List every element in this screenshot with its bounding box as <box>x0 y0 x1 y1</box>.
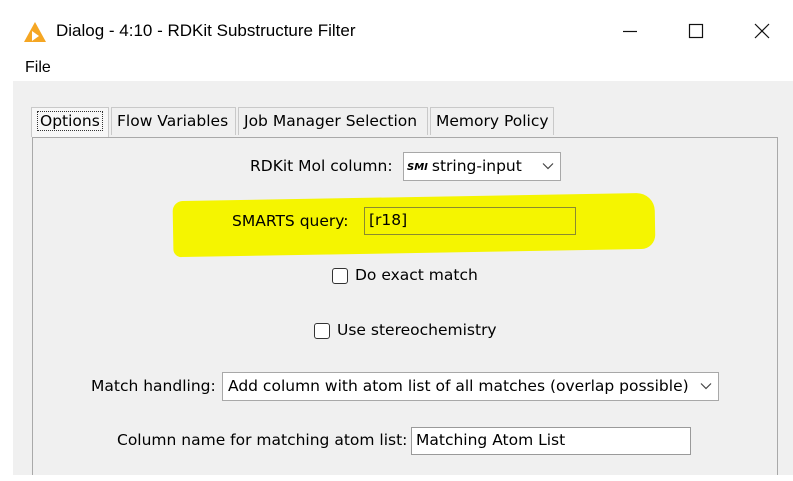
tab-label: Flow Variables <box>117 112 229 130</box>
tab-job-manager-selection[interactable]: Job Manager Selection <box>238 107 428 135</box>
atom-list-column-label: Column name for matching atom list: <box>117 431 408 449</box>
tab-flow-variables[interactable]: Flow Variables <box>111 107 236 135</box>
match-handling-select[interactable]: Add column with atom list of all matches… <box>222 372 719 401</box>
smi-type-icon: SMI <box>407 162 428 173</box>
tab-label: Memory Policy <box>436 112 549 130</box>
menu-bar: File <box>13 53 793 81</box>
title-bar[interactable]: Dialog - 4:10 - RDKit Substructure Filte… <box>13 10 793 53</box>
smarts-query-input[interactable]: [r18] <box>364 207 576 235</box>
knime-triangle-icon <box>24 22 46 42</box>
close-button[interactable] <box>739 10 785 53</box>
maximize-button[interactable] <box>673 10 719 53</box>
options-panel <box>32 137 778 475</box>
stereochemistry-checkbox[interactable] <box>314 323 330 339</box>
window-title: Dialog - 4:10 - RDKit Substructure Filte… <box>56 21 356 40</box>
menu-file[interactable]: File <box>25 59 51 77</box>
exact-match-checkbox[interactable] <box>332 268 348 284</box>
mol-column-value: string-input <box>431 157 522 175</box>
match-handling-value: Add column with atom list of all matches… <box>228 377 689 395</box>
minimize-button[interactable] <box>607 10 653 53</box>
tab-options[interactable]: Options <box>31 107 109 137</box>
dialog-window: Dialog - 4:10 - RDKit Substructure Filte… <box>13 10 793 475</box>
mol-column-label: RDKit Mol column: <box>250 157 393 175</box>
tab-label: Options <box>37 111 103 131</box>
tab-label: Job Manager Selection <box>244 112 418 130</box>
atom-list-column-input[interactable]: Matching Atom List <box>411 427 691 455</box>
maximize-icon <box>688 23 704 39</box>
exact-match-label: Do exact match <box>355 266 478 284</box>
tab-memory-policy[interactable]: Memory Policy <box>430 107 554 135</box>
match-handling-label: Match handling: <box>91 377 216 395</box>
smarts-query-label: SMARTS query: <box>232 212 349 230</box>
mol-column-select[interactable]: SMI string-input <box>403 152 561 181</box>
close-icon <box>754 23 770 39</box>
chevron-down-icon <box>542 163 554 170</box>
stereochemistry-label: Use stereochemistry <box>337 321 497 339</box>
minimize-icon <box>623 30 637 33</box>
chevron-down-icon <box>700 383 712 390</box>
